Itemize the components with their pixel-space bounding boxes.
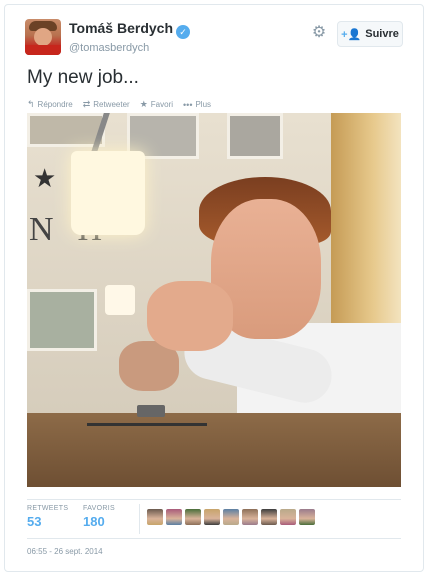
workbench (27, 413, 401, 487)
favoriter-avatar[interactable] (223, 509, 239, 525)
tweet-stats: RETWEETS 53 FAVORIS 180 (27, 499, 401, 539)
reply-icon: ↰ (27, 99, 35, 109)
background-lamp (105, 285, 135, 315)
follow-label: Suivre (365, 28, 399, 40)
favoriters-avatars (147, 509, 315, 525)
favorite-label: Favori (150, 100, 174, 109)
author-block: Tomáš Berdych ✓ @tomasberdych (69, 20, 190, 54)
reply-label: Répondre (37, 100, 73, 109)
star-icon: ★ (139, 99, 148, 109)
retweets-label: RETWEETS (27, 505, 69, 512)
favorites-stat[interactable]: FAVORIS 180 (83, 505, 115, 529)
follow-button[interactable]: +👤 Suivre (337, 21, 403, 47)
display-name[interactable]: Tomáš Berdych (69, 20, 173, 36)
retweet-button[interactable]: ⇄ Retweeter (83, 99, 130, 110)
tweet-header: Tomáš Berdych ✓ @tomasberdych ⚙ +👤 Suivre (25, 19, 403, 59)
favoriter-avatar[interactable] (204, 509, 220, 525)
favoriter-avatar[interactable] (280, 509, 296, 525)
favorites-label: FAVORIS (83, 505, 115, 512)
desk-lamp (71, 151, 145, 235)
photo-wall-frame (27, 289, 97, 351)
stats-divider (139, 504, 140, 534)
avatar-shirt (25, 45, 61, 55)
verified-badge-icon: ✓ (176, 25, 190, 39)
favoriter-avatar[interactable] (261, 509, 277, 525)
favoriter-avatar[interactable] (147, 509, 163, 525)
gear-icon[interactable]: ⚙ (311, 25, 327, 41)
watch-tool (87, 423, 207, 426)
tweet-photo[interactable]: ★ NH (27, 113, 401, 487)
tweet-card: Tomáš Berdych ✓ @tomasberdych ⚙ +👤 Suivre… (4, 4, 424, 572)
more-button[interactable]: ••• Plus (183, 99, 211, 110)
favoriter-avatar[interactable] (185, 509, 201, 525)
avatar-face (34, 28, 52, 46)
favoriter-avatar[interactable] (166, 509, 182, 525)
person-hand (147, 281, 233, 351)
tweet-timestamp[interactable]: 06:55 - 26 sept. 2014 (27, 547, 103, 556)
follow-user-icon: +👤 (341, 28, 362, 41)
tweet-actions: ↰ Répondre ⇄ Retweeter ★ Favori ••• Plus (27, 99, 211, 110)
user-handle[interactable]: @tomasberdych (69, 42, 190, 54)
retweet-label: Retweeter (93, 100, 130, 109)
retweets-count: 53 (27, 514, 42, 529)
retweet-icon: ⇄ (82, 99, 91, 109)
tweet-text: My new job... (27, 67, 139, 88)
favoriter-avatar[interactable] (242, 509, 258, 525)
more-label: Plus (195, 100, 212, 109)
photo-wall-frame (227, 113, 283, 159)
reply-button[interactable]: ↰ Répondre (27, 99, 73, 110)
watch-part (137, 405, 165, 417)
favorites-count: 180 (83, 514, 105, 529)
more-dots-icon: ••• (183, 99, 193, 110)
favorite-button[interactable]: ★ Favori (140, 99, 173, 110)
wall-star-icon: ★ (33, 163, 57, 193)
profile-avatar[interactable] (25, 19, 61, 55)
retweets-stat[interactable]: RETWEETS 53 (27, 505, 68, 529)
favoriter-avatar[interactable] (299, 509, 315, 525)
